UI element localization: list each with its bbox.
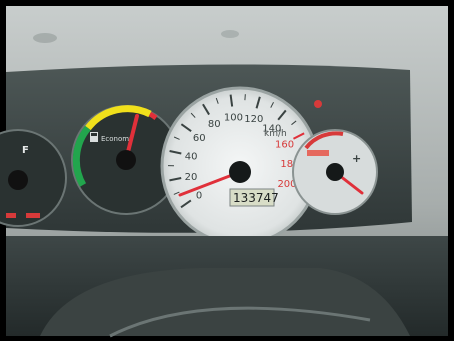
- speed-tick-label: 120: [244, 114, 263, 125]
- speed-tick-label: 160: [275, 139, 294, 150]
- warning-light-icon: [314, 100, 322, 108]
- dashboard-photo: Economy F 0 20 40 60 80 100 120 140 160 180 200 km…: [0, 0, 454, 341]
- fuel-pump-icon: [90, 132, 98, 142]
- odometer-reading: 133747: [233, 191, 279, 205]
- speed-tick-label: 0: [196, 191, 202, 202]
- instrument-cluster-scene: Economy F 020406080100 120140160180200 km…: [0, 0, 454, 341]
- speed-tick-label: 60: [193, 133, 206, 144]
- temperature-gauge: +: [292, 129, 378, 215]
- speed-tick-label: 80: [208, 119, 221, 130]
- thermometer-icon: +: [352, 152, 361, 165]
- fuel-full-mark: F: [22, 145, 29, 156]
- speed-tick-label: 20: [185, 172, 198, 183]
- fuel-gauge-label: Economy: [101, 135, 133, 143]
- speed-tick-label: 100: [224, 112, 243, 123]
- speed-tick-label: 40: [185, 152, 198, 163]
- speed-unit: km/h: [264, 129, 287, 139]
